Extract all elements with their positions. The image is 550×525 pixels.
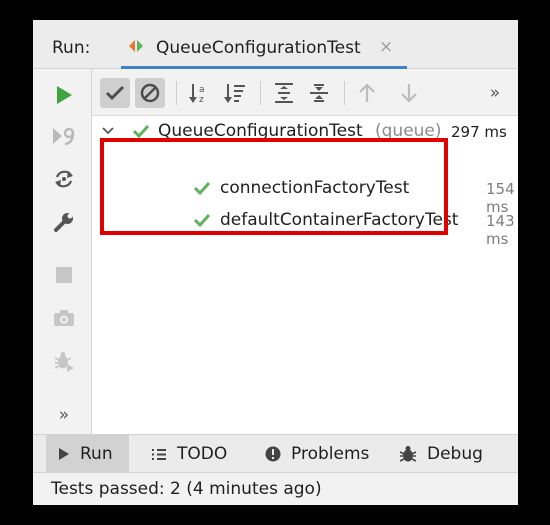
status-bar: Tests passed: 2 (4 minutes ago) <box>33 472 518 505</box>
run-header: Run: QueueConfigurationTest × <box>33 20 518 69</box>
bottom-tab-label: Run <box>80 444 113 464</box>
rerun-failed-icon <box>53 127 75 146</box>
show-ignored-toggle[interactable] <box>135 78 165 108</box>
toolbar-separator <box>176 81 177 105</box>
previous-test-button[interactable] <box>352 78 382 108</box>
svg-text:a: a <box>199 85 205 95</box>
close-icon[interactable]: × <box>379 37 393 57</box>
left-toolbar-more-icon[interactable]: » <box>51 402 77 428</box>
bug-icon <box>399 446 417 462</box>
stop-icon <box>56 267 72 283</box>
run-icon <box>59 448 69 460</box>
bottom-tab-run[interactable]: Run <box>46 435 129 473</box>
settings-button[interactable] <box>51 209 77 235</box>
collapse-all-icon <box>310 84 328 102</box>
toolbar-separator <box>260 81 261 105</box>
show-passed-toggle[interactable] <box>100 78 130 108</box>
debug-rerun-button[interactable] <box>51 348 77 374</box>
wrench-icon <box>54 213 73 232</box>
chevron-down-icon[interactable] <box>102 127 114 135</box>
left-toolbar: » <box>33 69 92 434</box>
rerun-failed-button[interactable] <box>51 123 77 149</box>
bottom-tab-todo[interactable]: TODO <box>151 435 227 473</box>
arrow-up-icon <box>359 83 375 102</box>
bottom-tab-debug[interactable]: Debug <box>399 435 483 473</box>
tab-title: QueueConfigurationTest <box>156 38 361 58</box>
bottom-tab-label: Problems <box>291 444 370 464</box>
run-label: Run: <box>52 38 91 58</box>
list-icon <box>152 448 166 460</box>
svg-text:z: z <box>199 95 204 104</box>
test-toolbar: a z » <box>92 69 518 116</box>
tool-window-bar: Run TODO Problems Debug <box>33 434 518 473</box>
bottom-tab-problems[interactable]: Problems <box>265 435 369 473</box>
bottom-tab-label: Debug <box>427 444 483 464</box>
expand-all-button[interactable] <box>269 78 299 108</box>
sort-alpha-icon: a z <box>189 84 205 104</box>
toggle-auto-test-button[interactable] <box>51 166 77 192</box>
sort-by-duration-button[interactable] <box>220 78 250 108</box>
collapse-all-button[interactable] <box>304 78 334 108</box>
test-config-icon <box>129 40 143 52</box>
sort-duration-icon <box>224 84 245 103</box>
problems-icon <box>265 446 281 462</box>
highlight-box <box>100 138 448 235</box>
tab-queue-configuration-test[interactable]: QueueConfigurationTest × <box>121 20 407 69</box>
tree-root-duration: 297 ms <box>451 123 507 141</box>
expand-all-icon <box>275 83 293 103</box>
bug-icon <box>54 352 74 372</box>
test-passed-icon <box>132 124 150 138</box>
stop-button[interactable] <box>51 262 77 288</box>
run-tool-window: Run: QueueConfigurationTest × » a z » Qu… <box>33 20 518 505</box>
toolbar-more-icon[interactable]: » <box>480 78 510 108</box>
status-text: Tests passed: 2 (4 minutes ago) <box>51 479 322 499</box>
ignored-icon <box>140 83 160 103</box>
rerun-button[interactable] <box>51 82 77 108</box>
toolbar-separator <box>344 81 345 105</box>
next-test-button[interactable] <box>394 78 424 108</box>
arrow-down-icon <box>401 84 417 103</box>
check-icon <box>105 85 125 101</box>
test-duration: 143 ms <box>486 212 515 248</box>
camera-icon <box>54 310 74 326</box>
bottom-tab-label: TODO <box>177 444 228 464</box>
sort-alphabetically-button[interactable]: a z <box>185 78 215 108</box>
auto-test-icon <box>55 170 73 188</box>
play-icon <box>57 86 72 104</box>
dump-threads-button[interactable] <box>51 305 77 331</box>
